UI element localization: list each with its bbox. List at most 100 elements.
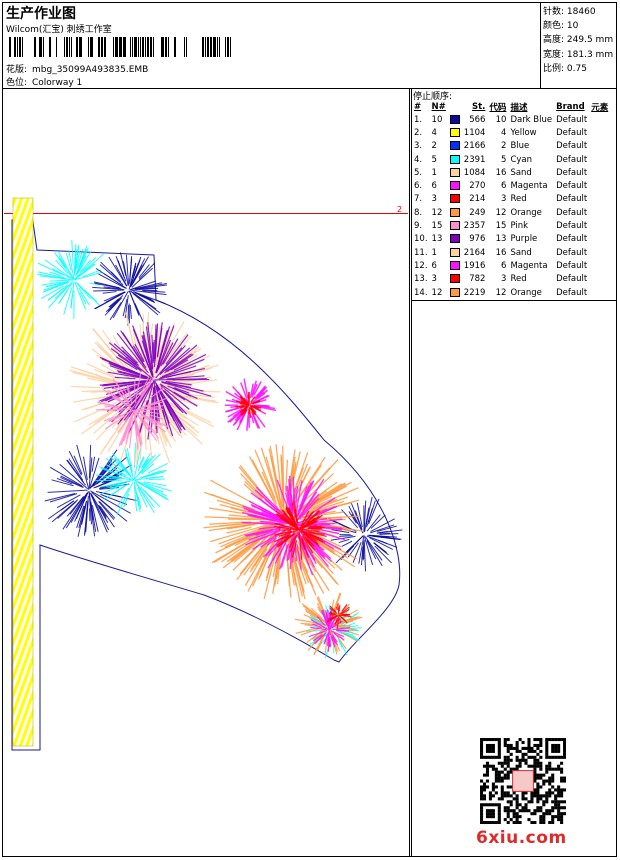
row-index: 8.: [414, 207, 423, 218]
design-label: 花版:: [6, 65, 28, 75]
table-bottom-border: [411, 300, 617, 301]
row-index: 6.: [414, 181, 423, 192]
color-swatch: [449, 234, 460, 244]
row-needle: 10: [431, 114, 443, 125]
color-swatch: [449, 114, 460, 124]
row-stitches: 976: [469, 234, 486, 245]
table-row: 11. 1 2164 16 Sand Default: [412, 246, 610, 259]
row-description: Red: [510, 274, 527, 285]
scale-row: 比例: 0.75: [543, 63, 587, 74]
design-file-name: mbg_35099A493835.EMB: [32, 65, 149, 75]
row-description: Pink: [510, 221, 529, 232]
row-code: 3: [501, 194, 507, 205]
row-swatch: [448, 219, 462, 232]
design-width: 181.3 mm: [566, 49, 614, 60]
row-element: [589, 246, 610, 259]
page-title: 生产作业图: [6, 6, 76, 22]
row-index: 2.: [414, 127, 423, 138]
barcode-icon: [9, 37, 231, 57]
col-code: 代码: [489, 103, 507, 113]
color-swatch: [449, 181, 460, 191]
row-stitches: 249: [469, 207, 486, 218]
row-description: Cyan: [510, 154, 532, 165]
row-code: 15: [495, 221, 507, 232]
row-index: 14.: [414, 287, 428, 298]
color-swatch: [449, 154, 460, 164]
color-swatch: [449, 141, 460, 151]
embroidery-preview: [11, 197, 403, 751]
row-description: Magenta: [510, 260, 548, 271]
table-row: 10. 13 976 13 Purple Default: [412, 233, 610, 246]
row-code: 12: [495, 287, 507, 298]
row-stitches: 214: [469, 194, 486, 205]
row-brand: Default: [556, 167, 588, 178]
row-code: 16: [495, 247, 507, 258]
row-brand: Default: [556, 114, 588, 125]
row-index: 12.: [414, 260, 428, 271]
table-row: 7. 3 214 3 Red Default: [412, 193, 610, 206]
table-row: 1. 10 566 10 Dark Blue Default: [412, 113, 610, 126]
row-swatch: [448, 179, 462, 192]
color-swatch: [449, 194, 460, 204]
col-needle: N#: [431, 102, 446, 112]
table-row: 3. 2 2166 2 Blue Default: [412, 140, 610, 153]
row-description: Yellow: [510, 127, 537, 138]
col-stitches: St.: [472, 102, 486, 112]
row-swatch: [448, 206, 462, 219]
row-element: [589, 286, 610, 299]
row-code: 13: [495, 234, 507, 245]
yellow-border-strip: [12, 197, 34, 747]
row-needle: 2: [431, 141, 437, 152]
row-element: [589, 179, 610, 192]
height-row: 高度: 249.5 mm: [543, 35, 614, 46]
row-index: 13.: [414, 274, 428, 285]
color-count-row: 颜色: 10: [543, 21, 579, 32]
qr-code-icon: [480, 738, 566, 824]
row-description: Magenta: [510, 181, 548, 192]
width-row: 宽度: 181.3 mm: [543, 49, 614, 60]
row-brand: Default: [556, 287, 588, 298]
row-brand: Default: [556, 207, 588, 218]
row-brand: Default: [556, 221, 588, 232]
row-brand: Default: [556, 181, 588, 192]
col-brand: Brand: [556, 102, 585, 112]
stitch-count-row: 针数: 18460: [543, 7, 596, 17]
row-code: 12: [495, 207, 507, 218]
row-needle: 12: [431, 207, 443, 218]
row-needle: 3: [431, 194, 437, 205]
row-swatch: [448, 113, 462, 126]
row-code: 2: [501, 141, 507, 152]
row-needle: 15: [431, 221, 443, 232]
row-brand: Default: [556, 274, 588, 285]
table-row: 13. 3 782 3 Red Default: [412, 273, 610, 286]
color-swatch: [449, 167, 460, 177]
stitch-count: 18460: [566, 7, 596, 17]
table-row: 8. 12 249 12 Orange Default: [412, 206, 610, 219]
row-element: [589, 166, 610, 179]
row-brand: Default: [556, 247, 588, 258]
row-index: 7.: [414, 194, 423, 205]
row-needle: 6: [431, 181, 437, 192]
row-index: 1.: [414, 114, 423, 125]
row-element: [589, 259, 610, 272]
embroidery-flowers: [36, 240, 403, 658]
design-file-row: 花版: mbg_35099A493835.EMB: [6, 62, 148, 75]
header-divider: [2, 88, 617, 89]
table-row: 9. 15 2357 15 Pink Default: [412, 219, 610, 232]
row-index: 11.: [414, 247, 428, 258]
row-swatch: [448, 273, 462, 286]
row-description: Sand: [510, 167, 532, 178]
row-element: [589, 140, 610, 153]
row-element: [589, 233, 610, 246]
row-element: [589, 219, 610, 232]
row-swatch: [448, 140, 462, 153]
row-swatch: [448, 126, 462, 139]
table-row: 14. 12 2219 12 Orange Default: [412, 286, 610, 299]
row-swatch: [448, 286, 462, 299]
row-brand: Default: [556, 154, 588, 165]
table-row: 2. 4 1104 4 Yellow Default: [412, 126, 610, 139]
row-brand: Default: [556, 141, 588, 152]
row-brand: Default: [556, 127, 588, 138]
colorway-label: 色位:: [6, 78, 28, 88]
row-swatch: [448, 153, 462, 166]
